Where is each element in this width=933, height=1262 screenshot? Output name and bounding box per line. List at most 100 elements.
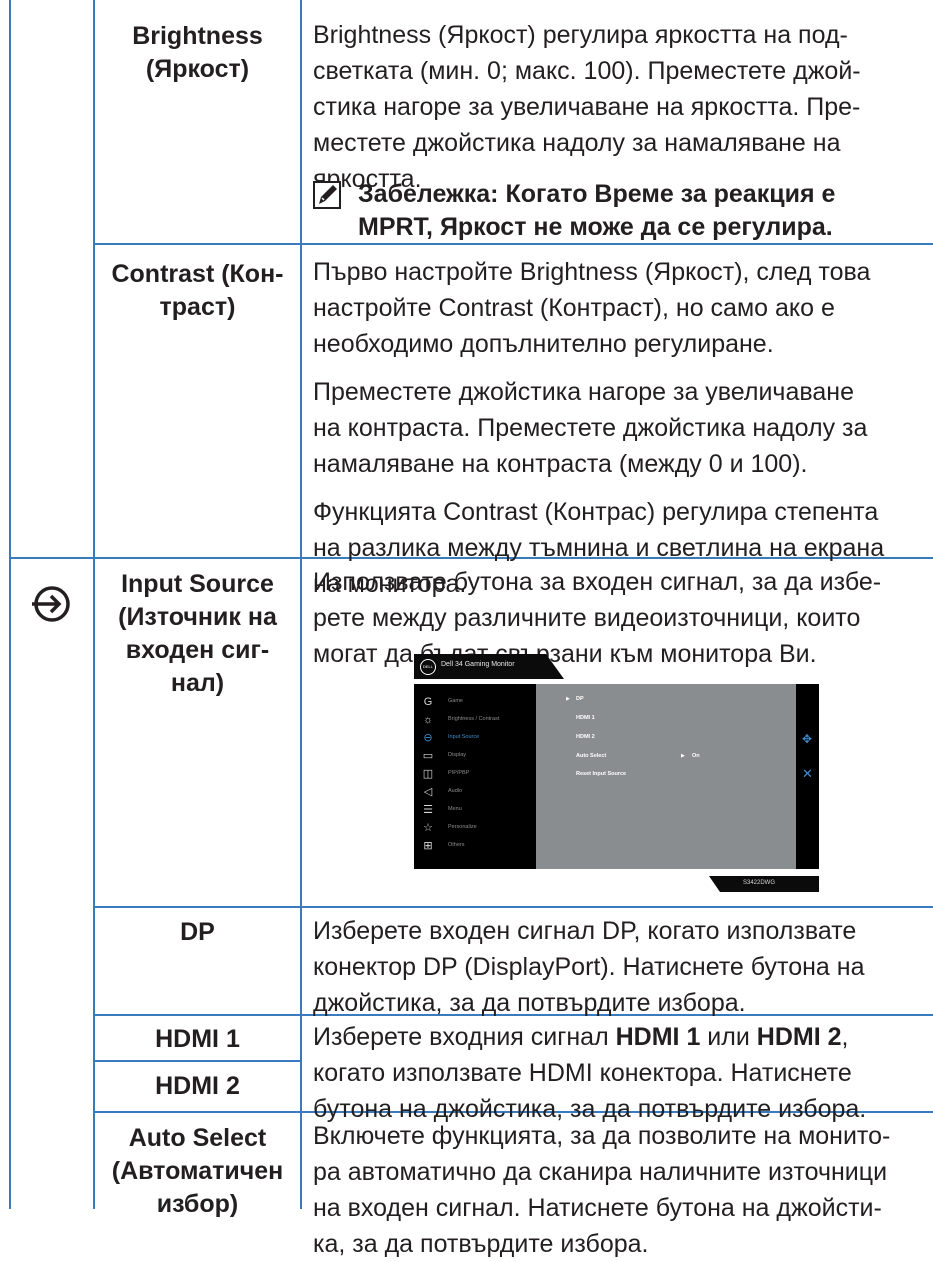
osd-menu-item-personalize[interactable]: ☆ Personalize bbox=[422, 822, 536, 836]
input-source-label-line: входен сиг- bbox=[125, 636, 270, 664]
description-line: местете джойстика надолу за намаляване н… bbox=[313, 129, 841, 157]
input-source-label: Input Source (Източник на входен сиг- на… bbox=[95, 568, 300, 700]
osd-option-hdmi2[interactable]: HDMI 2 bbox=[576, 734, 595, 740]
osd-options-panel: ▶ DP HDMI 1 HDMI 2 Auto Select ▶ On Rese… bbox=[536, 684, 796, 869]
description-line: настройте Contrast (Контраст), но само а… bbox=[313, 294, 835, 322]
osd-option-reset-input-source[interactable]: Reset Input Source bbox=[576, 771, 626, 777]
description-line: Включете функцията, за да позволите на м… bbox=[313, 1122, 891, 1150]
description-line: Изберете входен сигнал DP, когато използ… bbox=[313, 917, 857, 945]
pip-pbp-icon: ◫ bbox=[422, 768, 434, 780]
osd-menu-label: Others bbox=[448, 842, 465, 848]
description-line: когато използвате HDMI конектора. Натисн… bbox=[313, 1059, 852, 1087]
selected-arrow-icon: ▶ bbox=[566, 696, 570, 702]
auto-select-label-line: избор) bbox=[156, 1190, 239, 1218]
osd-menu-label: Menu bbox=[448, 806, 462, 812]
description-line: стика нагоре за увеличаване на яркостта.… bbox=[313, 93, 861, 121]
osd-menu-item-menu[interactable]: ☰ Menu bbox=[422, 804, 536, 818]
auto-select-label-line: Auto Select bbox=[128, 1124, 267, 1152]
osd-menu-label: Input Source bbox=[448, 734, 480, 740]
description-line: Функцията Contrast (Контрас) регулира ст… bbox=[313, 498, 879, 526]
input-source-label-line: (Източник на bbox=[118, 603, 277, 631]
auto-select-label: Auto Select (Автоматичен избор) bbox=[95, 1122, 300, 1221]
description-line: на контраста. Преместете джойстика надол… bbox=[313, 414, 868, 442]
table-rule-left bbox=[9, 0, 11, 1209]
row-divider bbox=[93, 906, 933, 908]
auto-select-label-line: (Автоматичен bbox=[111, 1157, 284, 1185]
osd-option-hdmi1[interactable]: HDMI 1 bbox=[576, 715, 595, 721]
contrast-description: Първо настройте Brightness (Яркост), сле… bbox=[313, 254, 928, 602]
hdmi2-label: HDMI 2 bbox=[155, 1072, 240, 1100]
description-line: рете между различните видеоизточници, ко… bbox=[313, 604, 861, 632]
osd-menu-label: Game bbox=[448, 698, 463, 704]
value-arrow-icon: ▶ bbox=[681, 753, 685, 759]
osd-menu-item-pip-pbp[interactable]: ◫ PIP/PBP bbox=[422, 768, 536, 782]
osd-menu-item-others[interactable]: ⊞ Others bbox=[422, 840, 536, 854]
note-line: Забележка: Когато Време за реакция е bbox=[358, 180, 836, 208]
contrast-label: Contrast (Кон- траст) bbox=[95, 258, 300, 324]
osd-menu-item-input-source[interactable]: ⊖ Input Source bbox=[422, 732, 536, 746]
hdmi-text: или bbox=[700, 1023, 757, 1051]
osd-menu-label: Brightness / Contrast bbox=[448, 716, 500, 722]
osd-menu-screenshot: DELL Dell 34 Gaming Monitor G Game ☼ Bri… bbox=[414, 654, 819, 892]
menu-icon: ☰ bbox=[423, 804, 433, 816]
description-line: конектор DP (DisplayPort). Натиснете бут… bbox=[313, 953, 865, 981]
osd-menu-item-game[interactable]: G Game bbox=[422, 696, 536, 710]
dp-label: DP bbox=[180, 918, 215, 946]
description-line: необходимо допълнително регулиране. bbox=[313, 330, 774, 358]
osd-menu-list: G Game ☼ Brightness / Contrast ⊖ Input S… bbox=[414, 684, 536, 869]
row-divider bbox=[93, 1060, 300, 1062]
description-line: Първо настройте Brightness (Яркост), сле… bbox=[313, 258, 871, 286]
personalize-icon: ☆ bbox=[423, 822, 433, 834]
hdmi-text-bold: HDMI 2 bbox=[756, 1023, 842, 1051]
brightness-description: Brightness (Яркост) регулира яркостта на… bbox=[313, 17, 923, 197]
description-line: Изберете входния сигнал HDMI 1 или HDMI … bbox=[313, 1019, 928, 1055]
osd-title: Dell 34 Gaming Monitor bbox=[441, 661, 515, 668]
audio-icon: ◁ bbox=[423, 786, 433, 798]
description-line: ра автоматично да сканира наличните изто… bbox=[313, 1158, 888, 1186]
osd-menu-item-brightness-contrast[interactable]: ☼ Brightness / Contrast bbox=[422, 714, 536, 728]
auto-select-description: Включете функцията, за да позволите на м… bbox=[313, 1118, 928, 1262]
osd-footer: S3422DWG bbox=[709, 876, 819, 892]
osd-option-auto-select[interactable]: Auto Select bbox=[576, 753, 606, 759]
contrast-label-line: Contrast (Кон- bbox=[111, 260, 284, 288]
osd-menu-label: Personalize bbox=[448, 824, 477, 830]
hdmi-text: Изберете входния сигнал bbox=[313, 1023, 616, 1051]
input-source-label-line: Input Source bbox=[121, 570, 274, 598]
hdmi-text-bold: HDMI 1 bbox=[615, 1023, 701, 1051]
display-icon: ▭ bbox=[422, 750, 434, 762]
joystick-move-icon[interactable]: ✥ bbox=[802, 732, 812, 746]
osd-side-panel: ✥ ✕ bbox=[796, 684, 819, 869]
dell-logo-icon: DELL bbox=[420, 659, 436, 675]
monitor-model: S3422DWG bbox=[743, 880, 776, 886]
description-line: ка, за да потвърдите избора. bbox=[313, 1230, 649, 1258]
input-source-label-line: нал) bbox=[170, 669, 225, 697]
brightness-label-line: (Яркост) bbox=[145, 55, 250, 83]
description-line: Преместете джойстика нагоре за увеличава… bbox=[313, 378, 854, 406]
hdmi-description: Изберете входния сигнал HDMI 1 или HDMI … bbox=[313, 1019, 928, 1127]
note-line: MPRT, Яркост не може да се регулира. bbox=[358, 213, 833, 241]
input-source-icon bbox=[32, 586, 70, 622]
game-icon: G bbox=[423, 696, 433, 708]
description-line: на входен сигнал. Натиснете бутона на дж… bbox=[313, 1194, 882, 1222]
osd-option-auto-select-value: On bbox=[692, 753, 700, 759]
others-icon: ⊞ bbox=[423, 840, 433, 852]
osd-menu-label: Audio bbox=[448, 788, 463, 794]
description-line: Използвате бутона за входен сигнал, за д… bbox=[313, 568, 882, 596]
brightness-contrast-icon: ☼ bbox=[422, 714, 434, 726]
description-line: на разлика между тъмнина и светлина на е… bbox=[313, 534, 885, 562]
table-rule-label-col bbox=[300, 0, 302, 1209]
input-source-icon: ⊖ bbox=[423, 732, 433, 744]
osd-option-dp[interactable]: DP bbox=[576, 696, 584, 702]
osd-menu-item-display[interactable]: ▭ Display bbox=[422, 750, 536, 764]
osd-menu-label: PIP/PBP bbox=[448, 770, 470, 776]
brightness-label: Brightness (Яркост) bbox=[95, 20, 300, 86]
contrast-label-line: траст) bbox=[159, 293, 236, 321]
osd-menu-item-audio[interactable]: ◁ Audio bbox=[422, 786, 536, 800]
description-line: светката (мин. 0; макс. 100). Преместете… bbox=[313, 57, 861, 85]
brightness-label-line: Brightness bbox=[132, 22, 263, 50]
osd-menu-label: Display bbox=[448, 752, 467, 758]
hdmi1-label: HDMI 1 bbox=[155, 1025, 240, 1053]
close-icon[interactable]: ✕ bbox=[802, 766, 813, 782]
dp-description: Изберете входен сигнал DP, когато използ… bbox=[313, 913, 928, 1021]
pencil-note-icon bbox=[313, 181, 341, 209]
